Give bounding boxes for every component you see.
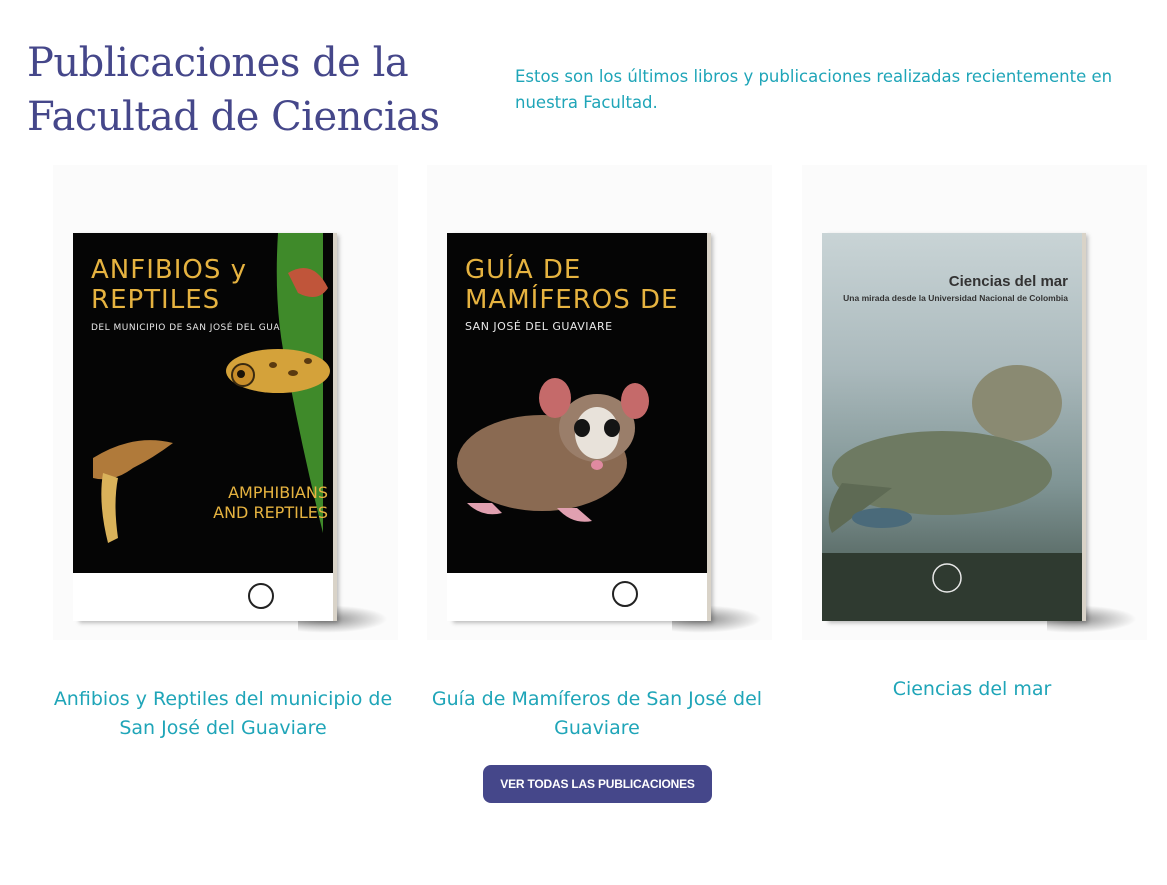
university-seal-icon (248, 583, 274, 609)
book-cover-image[interactable]: ANFIBIOS y REPTILES DEL MUNICIPIO DE SAN… (43, 165, 403, 645)
cover-anfibios[interactable]: ANFIBIOS y REPTILES DEL MUNICIPIO DE SAN… (73, 233, 333, 621)
publication-title-link[interactable]: Anfibios y Reptiles del municipio de San… (43, 685, 403, 743)
book-cover-image[interactable]: Ciencias del mar Una mirada desde la Uni… (792, 165, 1152, 645)
publication-card-anfibios[interactable]: ANFIBIOS y REPTILES DEL MUNICIPIO DE SAN… (43, 165, 403, 739)
frog-illustration (93, 233, 330, 543)
publication-title-link[interactable]: Guía de Mamíferos de San José del Guavia… (417, 685, 777, 743)
cover-ciencias-del-mar[interactable]: Ciencias del mar Una mirada desde la Uni… (822, 233, 1082, 621)
cover-english-title: AMPHIBIANS AND REPTILES (213, 483, 328, 522)
section-title: Publicaciones de la Facultad de Ciencias (27, 40, 440, 140)
cover-mamiferos[interactable]: GUÍA DE MAMÍFEROS DE SAN JOSÉ DEL GUAVIA… (447, 233, 707, 621)
publication-title-link[interactable]: Ciencias del mar (792, 675, 1152, 704)
publication-card-ciencias-del-mar[interactable]: Ciencias del mar Una mirada desde la Uni… (792, 165, 1152, 700)
sea-turtle-illustration (822, 365, 1082, 621)
book-cover-image[interactable]: GUÍA DE MAMÍFEROS DE SAN JOSÉ DEL GUAVIA… (417, 165, 777, 645)
publication-card-mamiferos[interactable]: GUÍA DE MAMÍFEROS DE SAN JOSÉ DEL GUAVIA… (417, 165, 777, 739)
university-seal-icon (612, 581, 638, 607)
opossum-illustration (457, 378, 649, 522)
view-all-publications-button[interactable]: VER TODAS LAS PUBLICACIONES (483, 765, 712, 803)
section-intro: Estos son los últimos libros y publicaci… (515, 67, 1113, 112)
